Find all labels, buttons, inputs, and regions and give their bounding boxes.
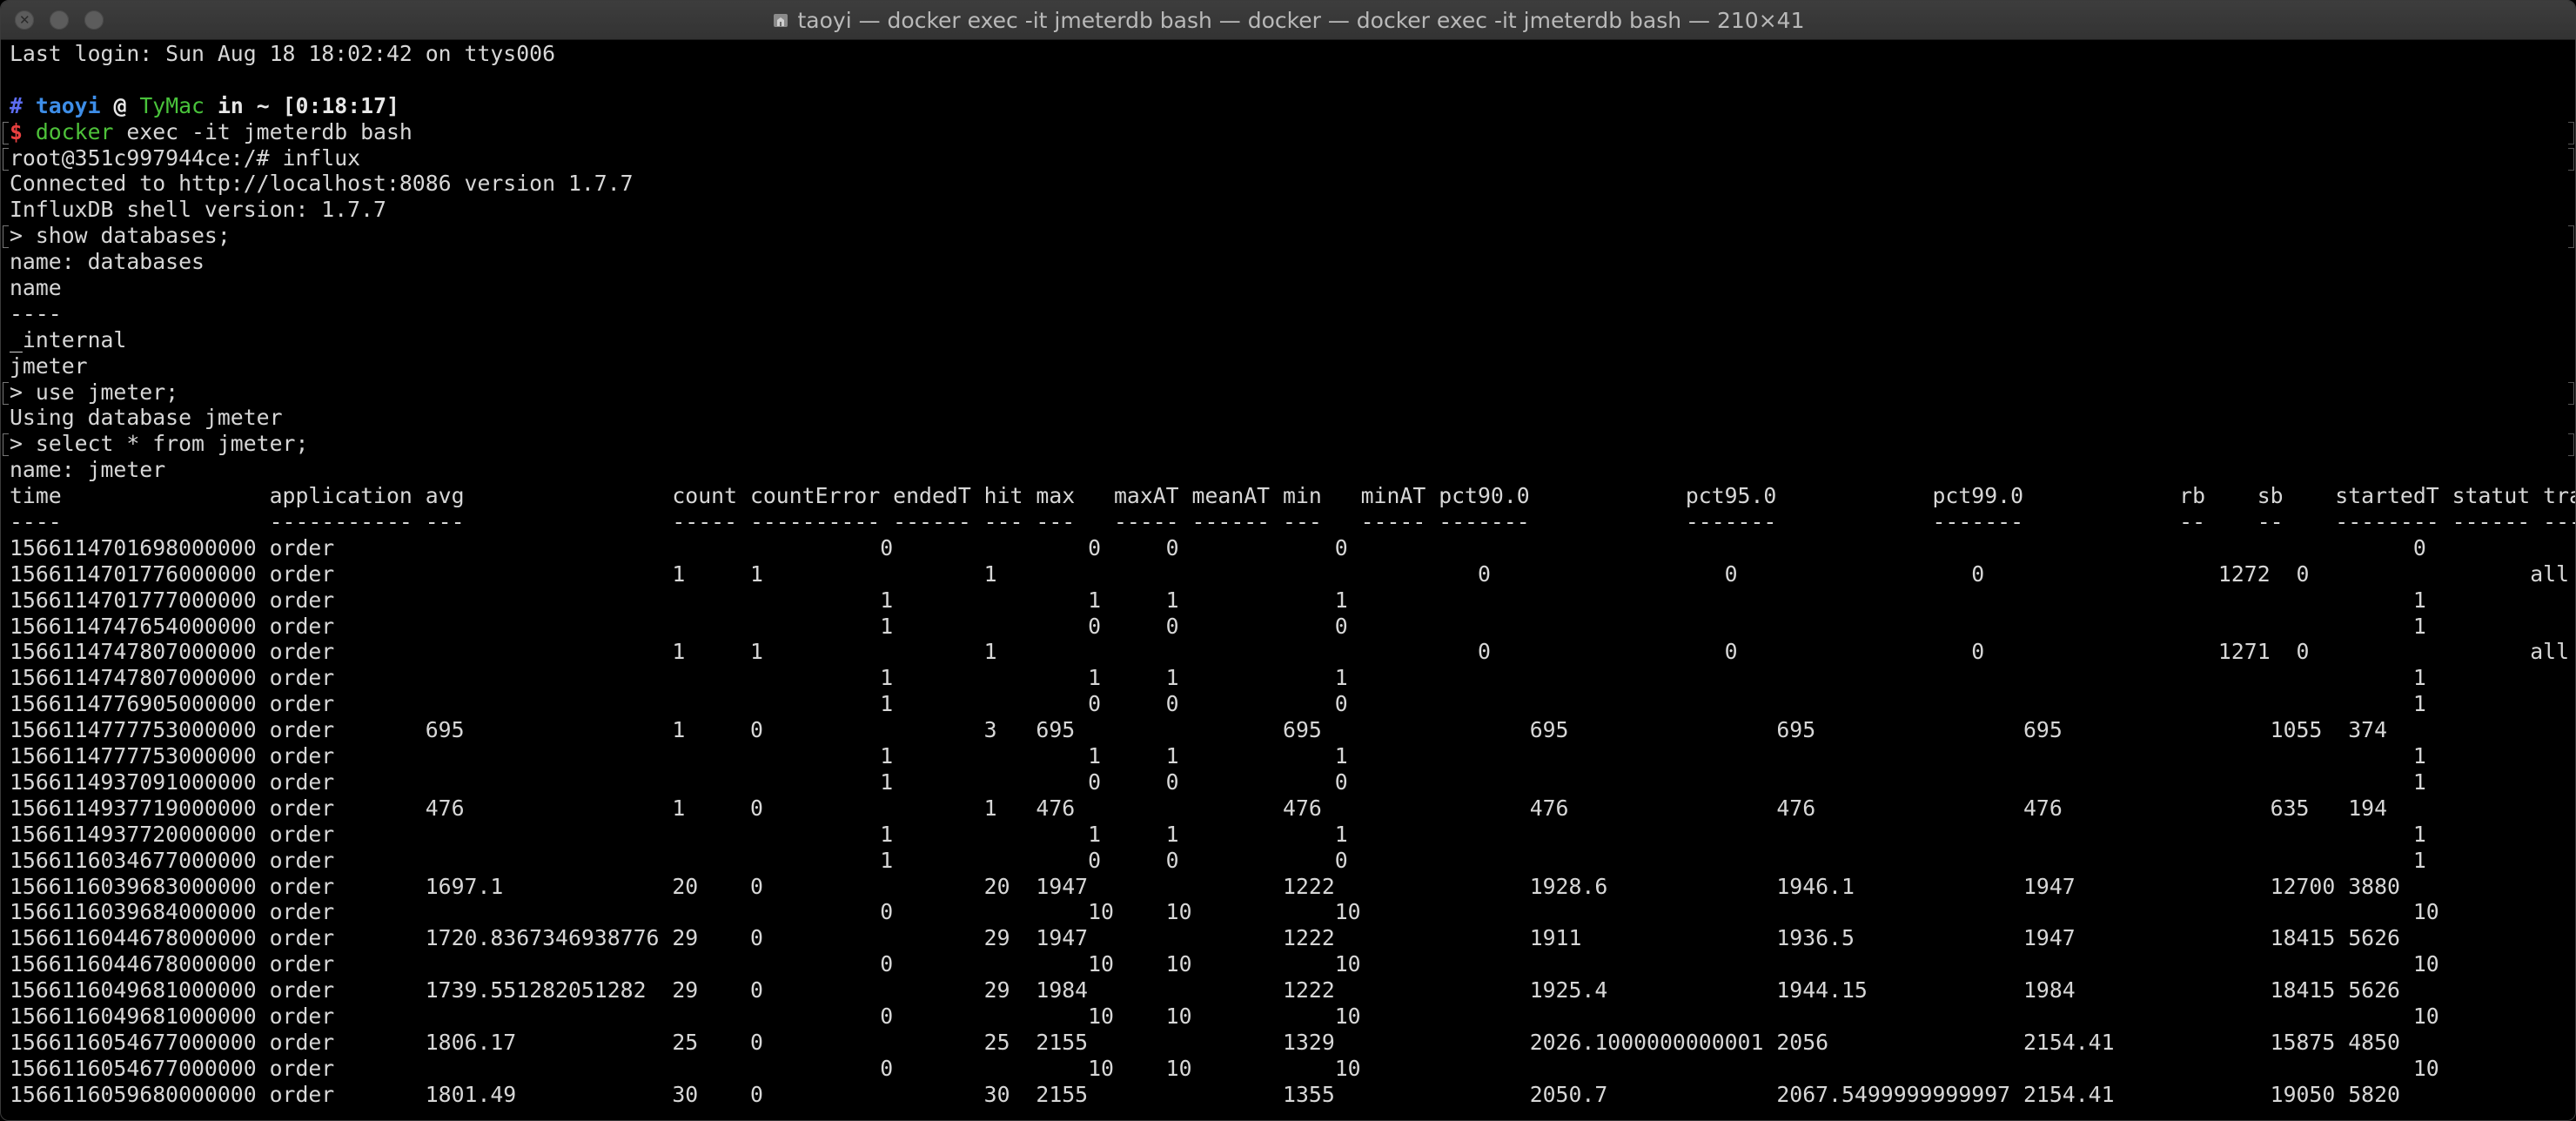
home-folder-icon: [773, 14, 788, 27]
table-header: time application avg count countError en…: [10, 483, 2576, 509]
table-row: 1566116049681000000 order 1739.551282051…: [10, 977, 2576, 1004]
table-row: 1566116054677000000 order 1806.17 25 0 2…: [10, 1029, 2576, 1055]
table-row: 1566114937720000000 order 1 1 1 1 1 inte…: [10, 821, 2576, 847]
table-row: 1566116044678000000 order 1720.836734693…: [10, 925, 2576, 951]
output-line: name: databases: [10, 249, 205, 275]
mark-right: [2568, 433, 2574, 457]
mark-left: [3, 147, 9, 171]
table-row: 1566114747654000000 order 1 0 0 0 1 inte…: [10, 613, 2576, 639]
table-row: 1566114747807000000 order 1 1 1 1 1 inte…: [10, 665, 2576, 691]
table-row: 1566114937091000000 order 1 0 0 0 1 inte…: [10, 769, 2576, 795]
last-login-line: Last login: Sun Aug 18 18:02:42 on ttys0…: [10, 41, 556, 66]
output-line: > select * from jmeter;: [3, 431, 2575, 457]
output-line: name: jmeter: [10, 457, 166, 483]
table-row: 1566116054677000000 order 0 10 10 10 10: [10, 1055, 2576, 1081]
table-divider: ---- ----------- --- ----- ---------- --…: [10, 509, 2576, 535]
prompt-hash: #: [10, 92, 23, 118]
output-line: jmeter: [10, 352, 88, 379]
window-title: taoyi — docker exec -it jmeterdb bash — …: [797, 7, 1805, 33]
command-line: $ docker exec -it jmeterdb bash: [3, 118, 2575, 145]
title-bar[interactable]: ✕ taoyi — docker exec -it jmeterdb bash …: [1, 1, 2575, 40]
output-line: name: [10, 275, 62, 301]
prompt-user: taoyi: [35, 92, 101, 118]
table-row: 1566116044678000000 order 0 10 10 10 10: [10, 951, 2576, 977]
prompt-at: @: [113, 92, 127, 118]
mark-right: [2568, 225, 2574, 249]
mark-left: [3, 433, 9, 457]
terminal-output[interactable]: Last login: Sun Aug 18 18:02:42 on ttys0…: [3, 41, 2576, 1120]
table-row: 1566116059680000000 order 1801.49 30 0 3…: [10, 1081, 2576, 1107]
command-args: exec -it jmeterdb bash: [126, 118, 413, 144]
output-line: _internal: [10, 326, 127, 352]
prompt-line: # taoyi @ TyMac in ~ [0:18:17]: [10, 93, 2575, 119]
mark-left: [3, 225, 9, 249]
table-row: 1566114701776000000 order 1 1 1 0 0 0 12…: [10, 560, 2576, 587]
mark-right: [2568, 381, 2574, 405]
output-line: > use jmeter;: [3, 379, 2575, 406]
output-line: root@351c997944ce:/# influx: [3, 145, 2575, 171]
output-line: > show databases;: [3, 223, 2575, 249]
table-row: 1566114701698000000 order 0 0 0 0 0 inte…: [10, 534, 2576, 560]
mark-right: [2568, 121, 2574, 144]
table-row: 1566114777753000000 order 695 1 0 3 695 …: [10, 717, 2576, 743]
table-row: 1566114747807000000 order 1 1 1 0 0 0 12…: [10, 639, 2576, 665]
prompt-cwd-time: ~ [0:18:17]: [256, 92, 399, 118]
output-line: Connected to http://localhost:8086 versi…: [10, 171, 634, 197]
mark-right: [2568, 147, 2574, 171]
table-row: 1566114777753000000 order 1 1 1 1 1 inte…: [10, 743, 2576, 769]
output-line: ----: [10, 300, 62, 326]
table-row: 1566116039684000000 order 0 10 10 10 10: [10, 899, 2576, 925]
terminal-window: ✕ taoyi — docker exec -it jmeterdb bash …: [0, 0, 2576, 1121]
table-row: 1566116034677000000 order 1 0 0 0 1 inte…: [10, 847, 2576, 873]
table-row: 1566114776905000000 order 1 0 0 0 1 inte…: [10, 691, 2576, 717]
prompt-dollar: $: [10, 118, 23, 144]
window-title-wrap: taoyi — docker exec -it jmeterdb bash — …: [1, 1, 2575, 39]
table-row: 1566116039683000000 order 1697.1 20 0 20…: [10, 873, 2576, 899]
mark-left: [3, 381, 9, 405]
command-name: docker: [35, 118, 114, 144]
table-rows: 1566114701698000000 order 0 0 0 0 0 inte…: [10, 535, 2575, 1108]
output-line: InfluxDB shell version: 1.7.7: [10, 197, 386, 223]
table-row: 1566114701777000000 order 1 1 1 1 1 inte…: [10, 587, 2576, 613]
prompt-in: in: [217, 92, 244, 118]
prompt-host: TyMac: [139, 92, 205, 118]
output-line: Using database jmeter: [10, 405, 283, 431]
table-row: 1566114937719000000 order 476 1 0 1 476 …: [10, 795, 2576, 821]
mark-left: [3, 121, 9, 144]
table-row: 1566116049681000000 order 0 10 10 10 10: [10, 1003, 2576, 1029]
